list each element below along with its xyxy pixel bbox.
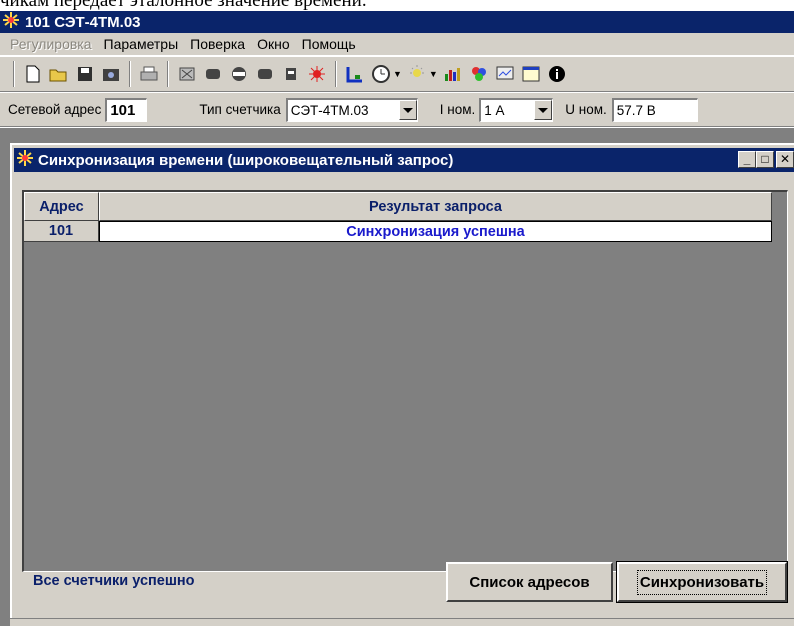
toolbar-separator bbox=[335, 61, 337, 87]
grid-header: Адрес Результат запроса bbox=[24, 192, 772, 221]
caption-buttons: _ □ ✕ bbox=[738, 151, 794, 168]
header-result[interactable]: Результат запроса bbox=[99, 192, 772, 221]
address-label: Сетевой адрес bbox=[8, 102, 102, 117]
meter-type-combo[interactable]: СЭТ-4ТМ.03 bbox=[285, 97, 418, 122]
header-address[interactable]: Адрес bbox=[24, 192, 99, 221]
app-title-bar: 101 СЭТ-4ТМ.03 bbox=[0, 11, 794, 33]
menu-parametry[interactable]: Параметры bbox=[104, 36, 179, 52]
bottom-strip bbox=[10, 618, 794, 626]
connect-icon[interactable] bbox=[202, 63, 224, 85]
maximize-icon[interactable]: □ bbox=[756, 151, 774, 168]
dialog-title: Синхронизация времени (широковещательный… bbox=[38, 151, 454, 169]
camera-icon[interactable] bbox=[100, 63, 122, 85]
window-icon[interactable] bbox=[520, 63, 542, 85]
menu-regulirovka[interactable]: Регулировка bbox=[10, 36, 92, 52]
close-icon[interactable]: ✕ bbox=[776, 151, 794, 168]
document-text: чикам передает эталонное значение времен… bbox=[0, 0, 367, 11]
minimize-icon[interactable]: _ bbox=[738, 151, 756, 168]
address-list-label: Список адресов bbox=[469, 573, 590, 591]
dialog-logo-icon bbox=[16, 149, 34, 171]
meter-type-value: СЭТ-4ТМ.03 bbox=[290, 102, 369, 118]
meter-icon[interactable] bbox=[176, 63, 198, 85]
synchronize-label: Синхронизовать bbox=[636, 569, 768, 595]
address-list-button[interactable]: Список адресов bbox=[446, 562, 613, 602]
info-icon[interactable] bbox=[546, 63, 568, 85]
light-dropdown-icon[interactable]: ▼ bbox=[429, 69, 438, 79]
inom-value: 1 А bbox=[484, 102, 505, 118]
chevron-down-icon[interactable] bbox=[534, 100, 553, 120]
clock-dropdown-icon[interactable]: ▼ bbox=[393, 69, 402, 79]
light-icon[interactable] bbox=[406, 63, 428, 85]
menu-bar: Регулировка Параметры Поверка Окно Помощ… bbox=[0, 33, 794, 55]
palette-icon[interactable] bbox=[468, 63, 490, 85]
results-grid: Адрес Результат запроса 101 Синхронизаци… bbox=[22, 190, 788, 572]
unom-input[interactable]: 57.7 В bbox=[611, 97, 698, 122]
inom-combo[interactable]: 1 А bbox=[479, 97, 554, 122]
monitor-icon[interactable] bbox=[494, 63, 516, 85]
stop-icon[interactable] bbox=[228, 63, 250, 85]
address-input[interactable]: 101 bbox=[105, 97, 148, 122]
address-value: 101 bbox=[110, 101, 136, 119]
toolbar-separator bbox=[13, 61, 15, 87]
device-icon[interactable] bbox=[280, 63, 302, 85]
unom-label: U ном. bbox=[565, 102, 607, 117]
toolbar: ▼ ▼ bbox=[0, 56, 794, 92]
cell-result: Синхронизация успешна bbox=[99, 221, 772, 242]
status-text: Все счетчики успешно bbox=[33, 573, 195, 589]
chart-icon[interactable] bbox=[442, 63, 464, 85]
save-icon[interactable] bbox=[74, 63, 96, 85]
open-icon[interactable] bbox=[48, 63, 70, 85]
dialog-title-bar: Синхронизация времени (широковещательный… bbox=[14, 148, 794, 172]
meter-type-label: Тип счетчика bbox=[199, 102, 281, 117]
address-bar: Сетевой адрес 101 Тип счетчика СЭТ-4ТМ.0… bbox=[0, 93, 794, 127]
menu-poverka[interactable]: Поверка bbox=[190, 36, 245, 52]
toolbar-separator bbox=[129, 61, 131, 87]
disconnect-icon[interactable] bbox=[254, 63, 276, 85]
table-row[interactable]: 101 Синхронизация успешна bbox=[24, 221, 772, 242]
app-logo-icon bbox=[2, 11, 20, 33]
toolbar-separator bbox=[167, 61, 169, 87]
print-icon[interactable] bbox=[138, 63, 160, 85]
app-title: 101 СЭТ-4ТМ.03 bbox=[25, 13, 141, 31]
inom-label: I ном. bbox=[439, 102, 476, 117]
synchronize-button[interactable]: Синхронизовать bbox=[616, 561, 788, 603]
new-icon[interactable] bbox=[22, 63, 44, 85]
graph-icon[interactable] bbox=[344, 63, 366, 85]
cell-address: 101 bbox=[24, 221, 99, 242]
menu-okno[interactable]: Окно bbox=[257, 36, 290, 52]
unom-value: 57.7 В bbox=[616, 102, 656, 118]
chevron-down-icon[interactable] bbox=[398, 100, 417, 120]
bug-icon[interactable] bbox=[306, 63, 328, 85]
clock-icon[interactable] bbox=[370, 63, 392, 85]
menu-pomosch[interactable]: Помощь bbox=[302, 36, 356, 52]
